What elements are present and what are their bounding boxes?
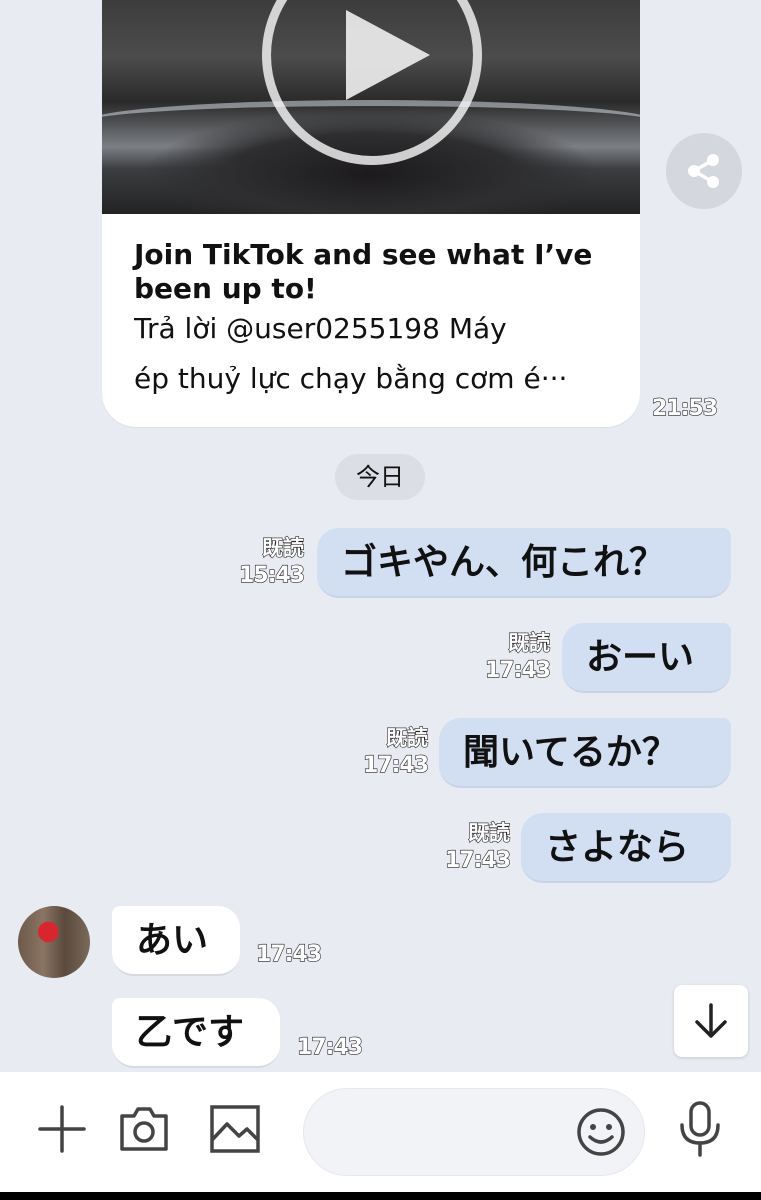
link-description-line1: Trả lời @user0255198 Máy: [134, 312, 507, 345]
plus-icon[interactable]: [38, 1105, 86, 1153]
read-receipt: 既読: [467, 820, 510, 845]
emoji-icon[interactable]: [576, 1107, 626, 1157]
message-time: 17:43: [484, 657, 551, 683]
outgoing-message-bubble[interactable]: 聞いてるか？: [439, 718, 731, 788]
share-button[interactable]: [666, 133, 742, 209]
read-receipt: 既読: [507, 630, 550, 655]
camera-icon[interactable]: [118, 1104, 170, 1154]
arrow-down-icon: [695, 1003, 727, 1038]
message-time: 17:43: [296, 1034, 363, 1060]
outgoing-message-bubble[interactable]: おーい: [562, 623, 731, 693]
message-time: 17:43: [362, 752, 429, 778]
message-time: 15:43: [238, 562, 305, 588]
link-preview-card[interactable]: Join TikTok and see what I’ve been up to…: [102, 0, 640, 427]
message-time: 17:43: [255, 941, 322, 967]
link-description: Trả lời @user0255198 Máy ép thuỷ lực chạ…: [134, 304, 604, 404]
system-nav-strip: [0, 1192, 761, 1200]
message-time: 17:43: [444, 847, 511, 873]
incoming-message-bubble[interactable]: 乙です: [112, 998, 280, 1068]
share-icon: [688, 154, 719, 188]
outgoing-message-bubble[interactable]: ゴキやん、何これ？: [317, 528, 731, 598]
link-description-line2: ép thuỷ lực chạy bằng cơm é···: [134, 362, 568, 395]
outgoing-message-bubble[interactable]: さよなら: [521, 813, 731, 883]
message-meta: 既読 15:43: [234, 534, 305, 590]
avatar[interactable]: [18, 906, 90, 978]
play-icon: [346, 10, 430, 100]
read-receipt: 既読: [261, 535, 304, 560]
message-meta: 既読 17:43: [358, 724, 429, 780]
message-meta: 既読 17:43: [480, 629, 551, 685]
link-title: Join TikTok and see what I’ve been up to…: [134, 238, 593, 305]
read-receipt: 既読: [385, 725, 428, 750]
microphone-icon[interactable]: [678, 1101, 722, 1157]
scroll-to-bottom-button[interactable]: [674, 985, 748, 1057]
video-thumbnail[interactable]: [102, 0, 640, 214]
image-icon[interactable]: [209, 1104, 261, 1154]
message-meta: 既読 17:43: [440, 819, 511, 875]
incoming-message-bubble[interactable]: あい: [112, 906, 240, 976]
date-separator: 今日: [335, 454, 425, 500]
link-card-time: 21:53: [651, 395, 718, 421]
